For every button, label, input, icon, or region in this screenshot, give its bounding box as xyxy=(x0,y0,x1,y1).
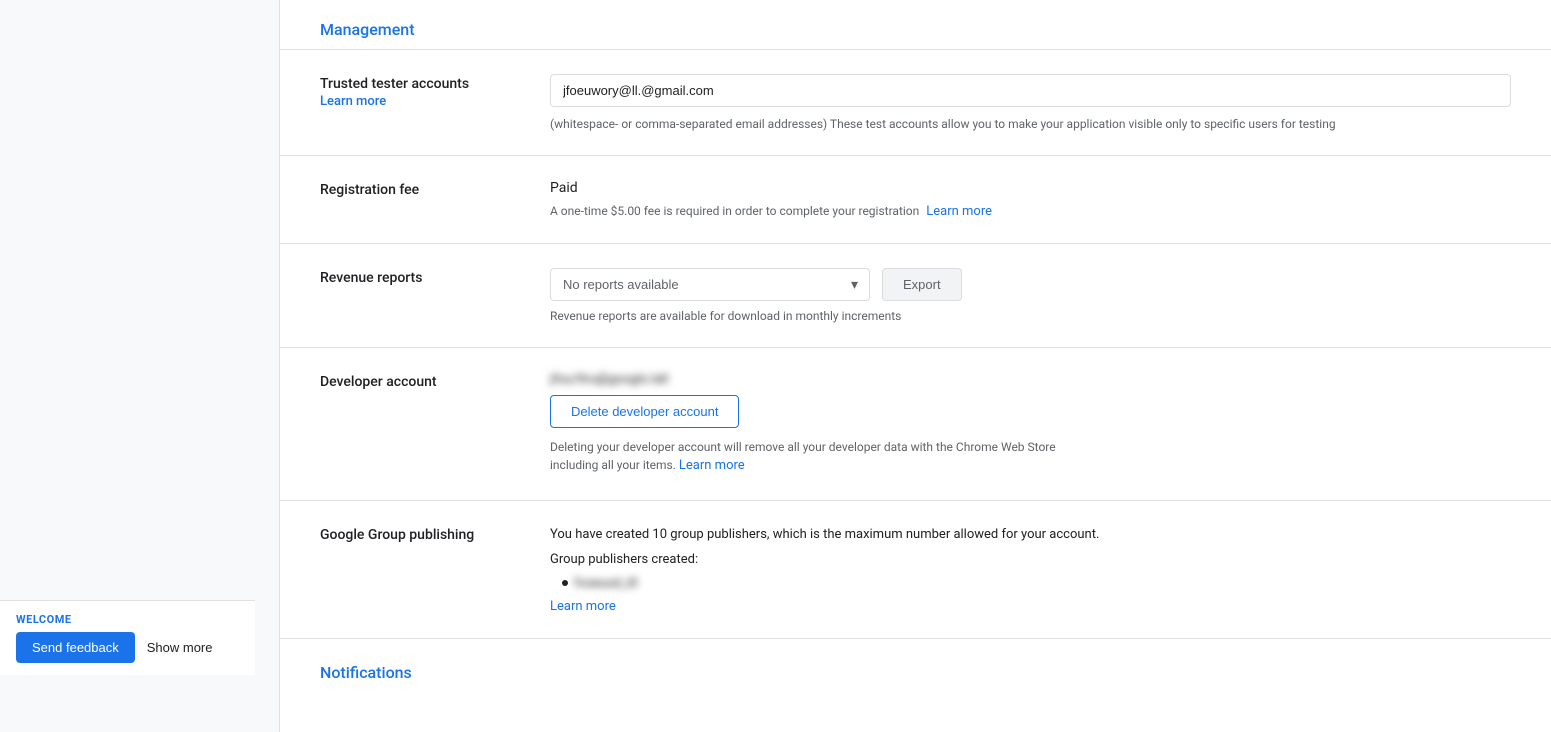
developer-account-value: jfou/ltru@googlo.lall Delete developer a… xyxy=(550,372,1511,476)
management-section-header: Management xyxy=(280,0,1551,49)
group-publishers-list: fvoeuod_tll xyxy=(562,576,1511,591)
developer-account-row: Developer account jfou/ltru@googlo.lall … xyxy=(280,348,1551,501)
group-publisher-name: fvoeuod_tll xyxy=(574,576,637,591)
group-publishing-description: You have created 10 group publishers, wh… xyxy=(550,525,1170,545)
revenue-reports-row: Revenue reports No reports available Exp… xyxy=(280,244,1551,348)
bottom-bar-inner: WELCOME Send feedback Show more xyxy=(16,613,239,663)
trusted-label-row: Trusted tester accounts Learn more xyxy=(320,76,550,109)
trusted-tester-label-col: Trusted tester accounts Learn more xyxy=(320,74,550,113)
registration-fee-value: Paid A one-time $5.00 fee is required in… xyxy=(550,180,1511,219)
registration-fee-row: Registration fee Paid A one-time $5.00 f… xyxy=(280,156,1551,244)
delete-developer-account-button[interactable]: Delete developer account xyxy=(550,395,739,428)
revenue-reports-helper: Revenue reports are available for downlo… xyxy=(550,309,1511,323)
registration-fee-status: Paid xyxy=(550,180,1511,196)
google-group-publishing-value: You have created 10 group publishers, wh… xyxy=(550,525,1511,614)
notifications-section-title[interactable]: Notifications xyxy=(320,663,412,682)
bottom-bar: WELCOME Send feedback Show more xyxy=(0,600,255,675)
developer-account-learn-more[interactable]: Learn more xyxy=(679,458,745,473)
revenue-reports-controls: No reports available Export xyxy=(550,268,1511,301)
delete-description: Deleting your developer account will rem… xyxy=(550,438,1070,476)
fee-description-text: A one-time $5.00 fee is required in orde… xyxy=(550,204,919,218)
registration-fee-label: Registration fee xyxy=(320,180,550,198)
trusted-tester-helper: (whitespace- or comma-separated email ad… xyxy=(550,117,1511,131)
google-group-publishing-label: Google Group publishing xyxy=(320,525,550,543)
trusted-tester-learn-more[interactable]: Learn more xyxy=(320,94,550,109)
revenue-reports-select-wrapper: No reports available xyxy=(550,268,870,301)
notifications-section-header: Notifications xyxy=(280,639,1551,692)
developer-account-email: jfou/ltru@googlo.lall xyxy=(550,372,668,387)
google-group-publishing-row: Google Group publishing You have created… xyxy=(280,501,1551,639)
delete-desc-line1: Deleting your developer account will rem… xyxy=(550,440,1025,454)
show-more-button[interactable]: Show more xyxy=(147,640,213,655)
google-group-learn-more[interactable]: Learn more xyxy=(550,599,616,614)
revenue-reports-select[interactable]: No reports available xyxy=(550,268,870,301)
trusted-tester-title: Trusted tester accounts xyxy=(320,76,550,92)
registration-fee-description: A one-time $5.00 fee is required in orde… xyxy=(550,204,1511,219)
welcome-label: WELCOME xyxy=(16,613,239,626)
main-content: Management Trusted tester accounts Learn… xyxy=(280,0,1551,732)
export-button[interactable]: Export xyxy=(882,268,962,301)
bullet-icon xyxy=(562,580,568,586)
trusted-tester-row: Trusted tester accounts Learn more (whit… xyxy=(280,50,1551,156)
bottom-bar-buttons: Send feedback Show more xyxy=(16,632,239,663)
management-section-title[interactable]: Management xyxy=(320,20,415,39)
send-feedback-button[interactable]: Send feedback xyxy=(16,632,135,663)
developer-account-label: Developer account xyxy=(320,372,550,390)
registration-fee-learn-more[interactable]: Learn more xyxy=(926,204,992,219)
revenue-reports-value: No reports available Export Revenue repo… xyxy=(550,268,1511,323)
trusted-tester-input[interactable] xyxy=(550,74,1511,107)
group-publisher-item: fvoeuod_tll xyxy=(562,576,1511,591)
revenue-reports-label: Revenue reports xyxy=(320,268,550,286)
group-publishers-label: Group publishers created: xyxy=(550,550,1170,570)
trusted-tester-value: (whitespace- or comma-separated email ad… xyxy=(550,74,1511,131)
